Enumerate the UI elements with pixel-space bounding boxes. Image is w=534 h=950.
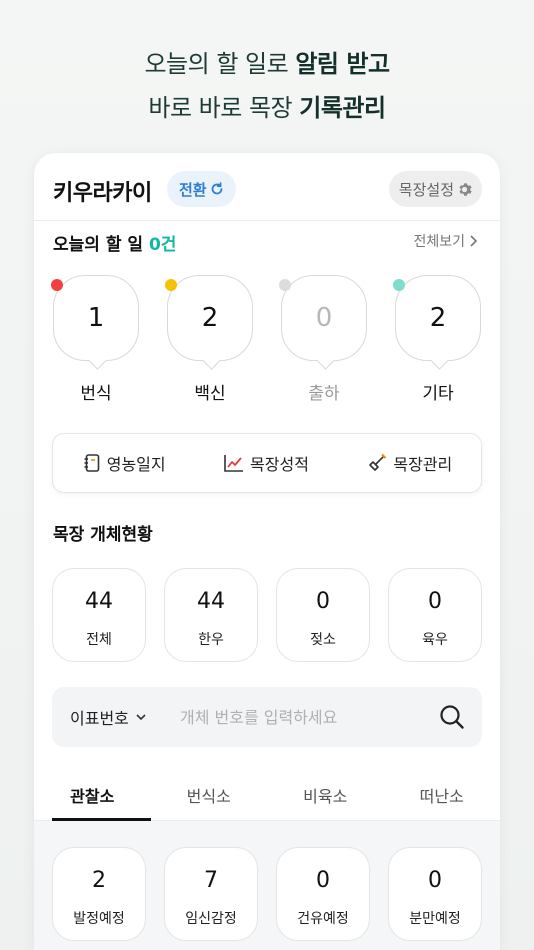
search-bar: 이표번호 <box>52 687 482 747</box>
today-tasks-count: 0건 <box>148 235 177 255</box>
status-dot-icon <box>51 279 63 291</box>
settings-label: 목장설정 <box>398 180 454 199</box>
observation-pane: 2 발정예정 7 임신감정 0 건유예정 0 분만예정 <box>34 821 500 950</box>
task-other[interactable]: 2 기타 <box>393 275 483 404</box>
task-value: 2 <box>429 303 447 333</box>
stat-value: 0 <box>316 589 330 614</box>
promo-line-1: 오늘의 할 일로 알림 받고 <box>0 44 534 79</box>
task-label: 출하 <box>308 384 340 404</box>
status-dot-icon <box>393 279 405 291</box>
herd-tabs: 관찰소 번식소 비육소 떠난소 <box>34 771 500 821</box>
view-all-link[interactable]: 전체보기 <box>413 231 478 251</box>
search-icon[interactable] <box>438 703 466 731</box>
task-value: 2 <box>201 303 219 333</box>
chevron-right-icon <box>470 235 478 247</box>
status-dot-icon <box>165 279 177 291</box>
stat-dairy[interactable]: 0 젖소 <box>276 568 370 662</box>
stat-label: 임신감정 <box>185 911 237 927</box>
line-chart-icon <box>224 455 244 472</box>
farm-performance-label: 목장성적 <box>250 455 309 474</box>
stat-value: 44 <box>197 589 225 614</box>
herd-status-title: 목장 개체현황 <box>53 525 153 545</box>
search-type-select[interactable]: 이표번호 <box>70 705 180 729</box>
stat-label: 건유예정 <box>297 911 349 927</box>
switch-label: 전환 <box>179 180 207 199</box>
stat-value: 2 <box>92 868 106 893</box>
tab-breeding[interactable]: 번식소 <box>151 771 268 820</box>
search-type-label: 이표번호 <box>70 709 129 728</box>
gear-icon <box>459 182 472 196</box>
promo-line-2-bold: 기록관리 <box>299 94 386 122</box>
stat-dry-off-due[interactable]: 0 건유예정 <box>276 847 370 941</box>
promo-line-1-bold: 알림 받고 <box>295 50 390 78</box>
shovel-icon <box>369 453 387 471</box>
header: 키우라카이 전환 목장설정 <box>34 153 500 221</box>
promo-line-1-text: 오늘의 할 일로 <box>144 50 296 78</box>
stat-hanwoo[interactable]: 44 한우 <box>164 568 258 662</box>
farm-diary-button[interactable]: 영농일지 <box>82 451 166 475</box>
task-bubble: 2 <box>167 275 253 361</box>
farm-management-label: 목장관리 <box>393 455 453 474</box>
task-vaccine[interactable]: 2 백신 <box>165 275 255 404</box>
stat-beef[interactable]: 0 육우 <box>388 568 482 662</box>
stat-calving-due[interactable]: 0 분만예정 <box>388 847 482 941</box>
task-label: 백신 <box>194 384 226 404</box>
status-dot-icon <box>279 279 291 291</box>
stat-label: 전체 <box>86 632 112 648</box>
stat-label: 발정예정 <box>73 911 125 927</box>
farm-diary-label: 영농일지 <box>106 455 166 474</box>
farm-performance-button[interactable]: 목장성적 <box>223 451 309 475</box>
stat-label: 분만예정 <box>409 911 461 927</box>
tab-observation[interactable]: 관찰소 <box>34 771 151 821</box>
farm-settings-button[interactable]: 목장설정 <box>388 171 482 207</box>
task-bubble: 0 <box>281 275 367 361</box>
app-screen: 키우라카이 전환 목장설정 오늘의 할 일 0건 전체보기 1 번식 2 백신 … <box>34 153 500 950</box>
stat-estrus-due[interactable]: 2 발정예정 <box>52 847 146 941</box>
promo-line-2: 바로 바로 목장 기록관리 <box>0 88 534 123</box>
task-shipment[interactable]: 0 출하 <box>279 275 369 404</box>
task-label: 기타 <box>422 384 454 404</box>
stat-label: 젖소 <box>310 632 336 648</box>
stat-value: 0 <box>428 589 442 614</box>
stat-value: 7 <box>204 868 218 893</box>
quick-tools-bar: 영농일지 목장성적 목장관리 <box>52 433 482 493</box>
tab-departed[interactable]: 떠난소 <box>384 771 501 820</box>
task-bubble: 2 <box>395 275 481 361</box>
stat-value: 0 <box>428 868 442 893</box>
promo-line-2-text: 바로 바로 목장 <box>148 94 300 122</box>
stat-pregnancy-check[interactable]: 7 임신감정 <box>164 847 258 941</box>
view-all-label: 전체보기 <box>413 234 465 250</box>
today-tasks-title: 오늘의 할 일 0건 <box>53 230 176 255</box>
stat-total[interactable]: 44 전체 <box>52 568 146 662</box>
farm-name: 키우라카이 <box>53 181 152 206</box>
chevron-down-icon <box>136 714 146 721</box>
task-label: 번식 <box>80 384 112 404</box>
search-input[interactable] <box>180 707 430 727</box>
refresh-icon <box>211 182 223 195</box>
stat-value: 0 <box>316 868 330 893</box>
stat-label: 육우 <box>422 632 448 648</box>
task-bubble: 1 <box>53 275 139 361</box>
stat-value: 44 <box>85 589 113 614</box>
tab-fattening[interactable]: 비육소 <box>267 771 384 820</box>
farm-management-button[interactable]: 목장관리 <box>366 451 452 475</box>
task-breeding[interactable]: 1 번식 <box>51 275 141 404</box>
today-tasks-label: 오늘의 할 일 <box>53 235 144 255</box>
notebook-icon <box>84 454 100 472</box>
stat-label: 한우 <box>198 632 224 648</box>
switch-farm-button[interactable]: 전환 <box>167 171 236 207</box>
task-value: 0 <box>315 303 333 333</box>
task-value: 1 <box>87 303 105 333</box>
